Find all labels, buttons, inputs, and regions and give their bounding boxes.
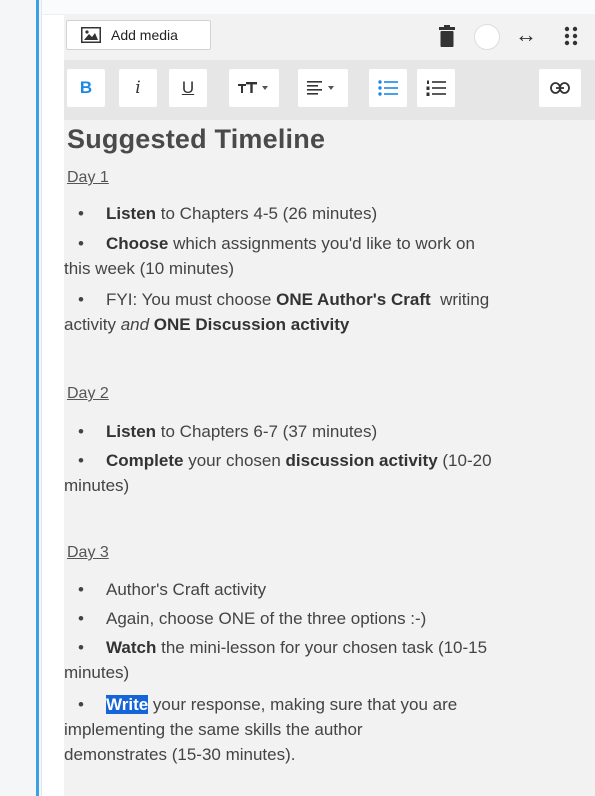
add-media-button[interactable]: Add media	[66, 20, 211, 50]
numbered-list-icon	[426, 80, 446, 96]
drag-handle-icon[interactable]	[564, 26, 578, 46]
list-item: • FYI: You must choose ONE Author's Craft…	[64, 290, 490, 334]
numbered-list-button[interactable]	[417, 69, 455, 107]
selected-text: Write	[106, 695, 149, 714]
link-button[interactable]	[539, 69, 581, 107]
editor-content[interactable]: Suggested Timeline Day 1 • Listen to Chap…	[64, 120, 595, 796]
list-item: • Again, choose ONE of the three options …	[78, 609, 427, 628]
bullet-list-button[interactable]	[369, 69, 407, 107]
text-size-icon	[238, 82, 268, 93]
image-icon	[81, 27, 101, 43]
bold-button[interactable]: B	[67, 69, 105, 107]
day-1-heading: Day 1	[67, 169, 109, 186]
align-icon	[307, 81, 334, 95]
align-button[interactable]	[298, 69, 348, 107]
list-item: • Complete your chosen discussion activit…	[64, 451, 492, 495]
text-size-button[interactable]	[229, 69, 279, 107]
italic-button[interactable]: i	[119, 69, 157, 107]
trash-icon[interactable]	[438, 25, 456, 47]
top-strip	[42, 0, 595, 15]
list-item: • Listen to Chapters 6-7 (37 minutes)	[78, 422, 378, 441]
toggle-circle[interactable]	[474, 24, 500, 50]
list-item: • Choose which assignments you'd like to …	[64, 234, 475, 278]
focus-accent-line	[36, 0, 39, 796]
list-item: • Listen to Chapters 4-5 (26 minutes)	[78, 204, 378, 223]
resize-horizontal-icon[interactable]: ↔	[515, 22, 537, 48]
list-item: • Write your response, making sure that y…	[64, 695, 458, 764]
day-3-heading: Day 3	[67, 544, 109, 561]
page-title: Suggested Timeline	[67, 124, 326, 154]
editor-card: Add media ↔ B i U Suggested Timeline Day…	[41, 0, 595, 796]
list-item: • Author's Craft activity	[78, 580, 267, 599]
formatting-toolbar: B i U	[64, 60, 595, 120]
day-2-heading: Day 2	[67, 385, 109, 402]
block-header: Add media ↔	[64, 14, 595, 60]
add-media-label: Add media	[111, 27, 178, 43]
underline-button[interactable]: U	[169, 69, 207, 107]
left-rail	[0, 0, 36, 796]
list-item: • Watch the mini-lesson for your chosen t…	[64, 638, 488, 682]
bullet-list-icon	[378, 80, 398, 96]
link-icon	[550, 82, 570, 94]
